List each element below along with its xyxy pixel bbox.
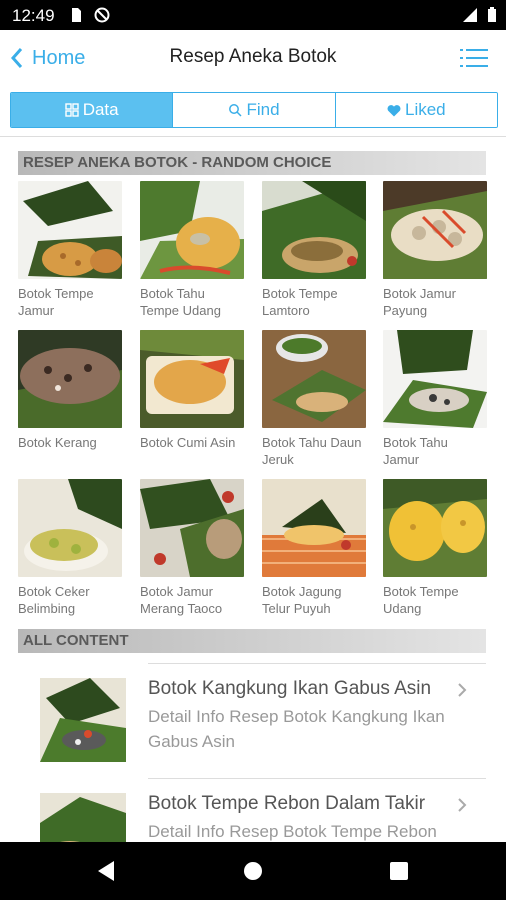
grid-item-label: Botok Jagung Telur Puyuh (262, 584, 342, 616)
grid-item-label: Botok Tahu Tempe Udang (140, 286, 221, 318)
list-item[interactable]: Botok Tempe Rebon Dalam Takir Detail Inf… (20, 779, 490, 842)
food-thumbnail (40, 678, 126, 762)
grid-item-label: Botok Jamur Payung (383, 286, 456, 318)
food-photo (262, 330, 366, 428)
status-time: 12:49 (12, 6, 55, 25)
food-photo (383, 181, 487, 279)
grid-item-label: Botok Tahu Jamur (383, 435, 448, 467)
list-item-title: Botok Kangkung Ikan Gabus Asin (148, 678, 432, 699)
food-photo (18, 479, 122, 577)
food-photo (140, 479, 244, 577)
grid-item-botok-tempe-jamur[interactable]: Botok Tempe Jamur (18, 181, 122, 319)
random-choice-header: RESEP ANEKA BOTOK - RANDOM CHOICE (18, 151, 486, 175)
tab-data-label: Data (82, 100, 119, 119)
status-bar: 12:49 (0, 0, 506, 30)
list-item[interactable]: Botok Kangkung Ikan Gabus Asin Detail In… (20, 664, 490, 778)
list-item-subtitle: Detail Info Resep Botok Kangkung Ikan Ga… (148, 707, 445, 751)
chevron-right-icon (458, 683, 467, 697)
list-item-subtitle: Detail Info Resep Botok Tempe Rebon (148, 822, 437, 841)
food-photo (383, 479, 487, 577)
list-item-title: Botok Tempe Rebon Dalam Takir (148, 793, 426, 814)
all-content-header: ALL CONTENT (18, 629, 486, 653)
grid-item-botok-jamur-payung[interactable]: Botok Jamur Payung (383, 181, 487, 319)
tab-data[interactable]: Data (11, 93, 174, 127)
tab-bar: Data Find Liked (10, 92, 498, 128)
battery-icon (488, 7, 496, 22)
grid-item-botok-kerang[interactable]: Botok Kerang (18, 330, 122, 451)
grid-item-botok-tahu-jamur[interactable]: Botok Tahu Jamur (383, 330, 487, 468)
grid-item-botok-jagung-telur-puyuh[interactable]: Botok Jagung Telur Puyuh (262, 479, 366, 617)
content-area[interactable]: RESEP ANEKA BOTOK - RANDOM CHOICE Botok … (0, 136, 506, 842)
heart-icon (387, 104, 401, 116)
signal-icon (463, 8, 477, 22)
food-photo (18, 330, 122, 428)
grid-item-botok-cumi-asin[interactable]: Botok Cumi Asin (140, 330, 244, 451)
page-title: Resep Aneka Botok (169, 46, 337, 67)
system-nav-bar (0, 842, 506, 900)
tab-liked-label: Liked (405, 100, 446, 119)
grid-item-botok-tahu-daun-jeruk[interactable]: Botok Tahu Daun Jeruk (262, 330, 366, 468)
food-photo (262, 479, 366, 577)
grid-item-botok-jamur-merang-taoco[interactable]: Botok Jamur Merang Taoco (140, 479, 244, 617)
grid-item-label: Botok Jamur Merang Taoco (140, 584, 223, 616)
sd-card-icon (72, 8, 81, 22)
dnd-icon (94, 7, 110, 23)
food-photo (140, 181, 244, 279)
food-photo (18, 181, 122, 279)
tab-find[interactable]: Find (173, 93, 336, 127)
grid-item-botok-tempe-udang[interactable]: Botok Tempe Udang (383, 479, 487, 617)
food-photo (140, 330, 244, 428)
grid-icon (65, 103, 79, 117)
food-photo (383, 330, 487, 428)
search-icon (229, 104, 242, 117)
home-circle-icon[interactable] (242, 860, 264, 882)
food-photo (262, 181, 366, 279)
grid-item-botok-tahu-tempe-udang[interactable]: Botok Tahu Tempe Udang (140, 181, 244, 319)
list-menu-icon[interactable] (460, 48, 488, 68)
grid-item-label: Botok Kerang (18, 435, 97, 450)
tab-liked[interactable]: Liked (335, 93, 497, 127)
grid-item-label: Botok Ceker Belimbing (18, 584, 90, 616)
chevron-right-icon (458, 798, 467, 812)
back-triangle-icon[interactable] (96, 860, 116, 882)
grid-item-label: Botok Tempe Udang (383, 584, 459, 616)
grid-item-label: Botok Tempe Lamtoro (262, 286, 338, 318)
app-header: Home Resep Aneka Botok (0, 30, 506, 86)
grid-item-label: Botok Cumi Asin (140, 435, 236, 450)
food-thumbnail (40, 793, 126, 842)
grid-item-botok-tempe-lamtoro[interactable]: Botok Tempe Lamtoro (262, 181, 366, 319)
grid-item-botok-ceker-belimbing[interactable]: Botok Ceker Belimbing (18, 479, 122, 617)
grid-item-label: Botok Tempe Jamur (18, 286, 94, 318)
recents-square-icon[interactable] (389, 861, 409, 881)
tab-find-label: Find (246, 100, 280, 119)
grid-item-label: Botok Tahu Daun Jeruk (262, 435, 362, 467)
